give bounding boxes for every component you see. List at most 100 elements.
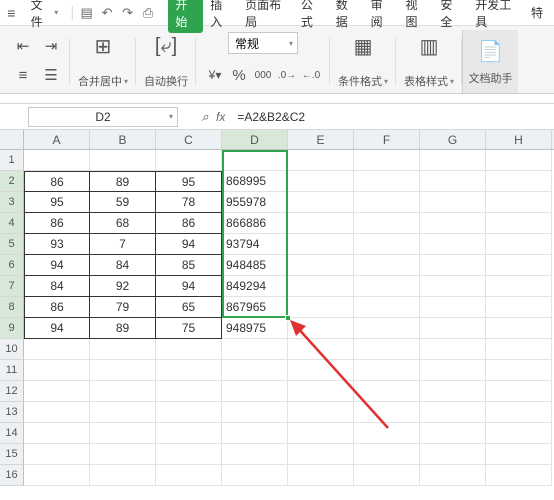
cell-C12[interactable]: [156, 381, 222, 402]
cell-D7[interactable]: 849294: [222, 276, 288, 297]
row-header-9[interactable]: 9: [0, 318, 24, 339]
cell-C14[interactable]: [156, 423, 222, 444]
decimal-inc-icon[interactable]: .0→: [276, 64, 298, 86]
cell-A13[interactable]: [24, 402, 90, 423]
tab-安全[interactable]: 安全: [433, 0, 468, 33]
cell-C15[interactable]: [156, 444, 222, 465]
cell-C6[interactable]: 85: [156, 255, 222, 276]
cell-H13[interactable]: [486, 402, 552, 423]
cell-H3[interactable]: [486, 192, 552, 213]
cell-E12[interactable]: [288, 381, 354, 402]
fx-label[interactable]: fx: [216, 110, 225, 124]
cell-A4[interactable]: 86: [24, 213, 90, 234]
cell-C7[interactable]: 94: [156, 276, 222, 297]
cell-C2[interactable]: 95: [156, 171, 222, 192]
tab-开始[interactable]: 开始: [168, 0, 203, 33]
cell-E1[interactable]: [288, 150, 354, 171]
cell-B10[interactable]: [90, 339, 156, 360]
cell-E8[interactable]: [288, 297, 354, 318]
cell-D13[interactable]: [222, 402, 288, 423]
cell-D16[interactable]: [222, 465, 288, 486]
cell-F10[interactable]: [354, 339, 420, 360]
cell-H6[interactable]: [486, 255, 552, 276]
cell-B4[interactable]: 68: [90, 213, 156, 234]
tab-页面布局[interactable]: 页面布局: [238, 0, 294, 33]
cell-H16[interactable]: [486, 465, 552, 486]
cell-D12[interactable]: [222, 381, 288, 402]
cell-F4[interactable]: [354, 213, 420, 234]
menu-icon[interactable]: ≡: [4, 5, 19, 21]
print-icon[interactable]: ⎙: [140, 4, 157, 22]
row-header-15[interactable]: 15: [0, 444, 24, 465]
cell-C1[interactable]: [156, 150, 222, 171]
cell-A7[interactable]: 84: [24, 276, 90, 297]
cell-C16[interactable]: [156, 465, 222, 486]
cond-format-label[interactable]: 条件格式▾: [338, 73, 388, 89]
cell-C9[interactable]: 75: [156, 318, 222, 339]
indent-decrease-icon[interactable]: ⇤: [12, 35, 34, 57]
cell-B8[interactable]: 79: [90, 297, 156, 318]
cell-H7[interactable]: [486, 276, 552, 297]
row-header-10[interactable]: 10: [0, 339, 24, 360]
merge-icon[interactable]: ⊞: [89, 32, 117, 60]
table-style-label[interactable]: 表格样式▾: [404, 73, 454, 89]
cell-B13[interactable]: [90, 402, 156, 423]
cell-C13[interactable]: [156, 402, 222, 423]
row-header-5[interactable]: 5: [0, 234, 24, 255]
cell-F12[interactable]: [354, 381, 420, 402]
cell-D1[interactable]: [222, 150, 288, 171]
undo-icon[interactable]: ↶: [99, 4, 116, 22]
cell-E13[interactable]: [288, 402, 354, 423]
cell-E3[interactable]: [288, 192, 354, 213]
cell-A15[interactable]: [24, 444, 90, 465]
cell-F7[interactable]: [354, 276, 420, 297]
cell-F14[interactable]: [354, 423, 420, 444]
cell-F3[interactable]: [354, 192, 420, 213]
cell-B12[interactable]: [90, 381, 156, 402]
cell-B6[interactable]: 84: [90, 255, 156, 276]
cell-F5[interactable]: [354, 234, 420, 255]
cell-G14[interactable]: [420, 423, 486, 444]
wrap-icon[interactable]: [⤶]: [152, 32, 180, 60]
cell-G7[interactable]: [420, 276, 486, 297]
valign-icon[interactable]: ☰: [40, 64, 62, 86]
currency-icon[interactable]: ¥▾: [204, 64, 226, 86]
cell-E11[interactable]: [288, 360, 354, 381]
cell-B11[interactable]: [90, 360, 156, 381]
cell-B9[interactable]: 89: [90, 318, 156, 339]
cell-G16[interactable]: [420, 465, 486, 486]
spreadsheet-grid[interactable]: ABCDEFGH 1286899586899539559789559784866…: [0, 130, 554, 486]
cell-C11[interactable]: [156, 360, 222, 381]
cell-B2[interactable]: 89: [90, 171, 156, 192]
col-header-B[interactable]: B: [90, 130, 156, 149]
select-all-corner[interactable]: [0, 130, 24, 149]
cell-C8[interactable]: 65: [156, 297, 222, 318]
table-style-icon[interactable]: ▥: [415, 32, 443, 60]
tab-审阅[interactable]: 审阅: [364, 0, 399, 33]
cell-E7[interactable]: [288, 276, 354, 297]
cell-C10[interactable]: [156, 339, 222, 360]
cell-G10[interactable]: [420, 339, 486, 360]
cell-A11[interactable]: [24, 360, 90, 381]
cell-H2[interactable]: [486, 171, 552, 192]
cell-G11[interactable]: [420, 360, 486, 381]
cell-G2[interactable]: [420, 171, 486, 192]
cell-E10[interactable]: [288, 339, 354, 360]
cell-B15[interactable]: [90, 444, 156, 465]
cell-E9[interactable]: [288, 318, 354, 339]
cell-E15[interactable]: [288, 444, 354, 465]
cell-H8[interactable]: [486, 297, 552, 318]
cell-G8[interactable]: [420, 297, 486, 318]
cell-C3[interactable]: 78: [156, 192, 222, 213]
tab-视图[interactable]: 视图: [398, 0, 433, 33]
cell-D10[interactable]: [222, 339, 288, 360]
cell-A6[interactable]: 94: [24, 255, 90, 276]
cell-E4[interactable]: [288, 213, 354, 234]
name-box[interactable]: D2▾: [28, 107, 178, 127]
tab-数据[interactable]: 数据: [329, 0, 364, 33]
cell-A5[interactable]: 93: [24, 234, 90, 255]
row-header-4[interactable]: 4: [0, 213, 24, 234]
cell-G12[interactable]: [420, 381, 486, 402]
save-icon[interactable]: ▤: [78, 4, 95, 22]
col-header-E[interactable]: E: [288, 130, 354, 149]
